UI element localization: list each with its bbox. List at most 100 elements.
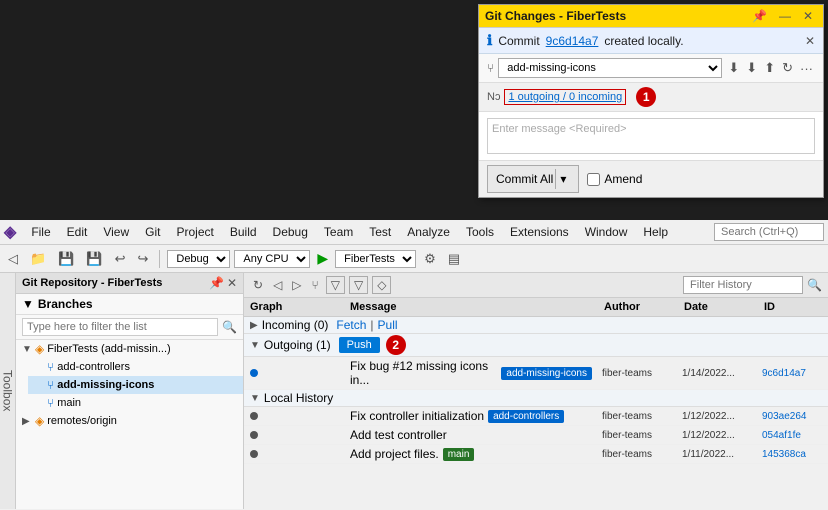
filter-history-input[interactable] [683,276,803,294]
menu-help[interactable]: Help [636,222,675,242]
label-add-missing-icons: add-missing-icons [57,379,154,391]
repo-panel-controls: 📌 ✕ [209,276,237,290]
message-input[interactable]: Enter message <Required> [487,118,815,154]
tree-item-main[interactable]: ⑂ main [28,394,243,412]
tree-root[interactable]: ▼ ◈ FiberTests (add-missin...) [16,340,243,358]
toolbar-separator-1 [159,250,160,268]
more-button[interactable]: ··· [798,59,815,78]
menu-build[interactable]: Build [223,222,264,242]
local-commit-3[interactable]: Add project files. main fiber-teams 1/11… [244,445,828,464]
toolbar-extra2[interactable]: ▤ [444,249,464,269]
id-cell-2[interactable]: 054af1fe [758,429,828,442]
ide-area: ◈ File Edit View Git Project Build Debug… [0,220,828,510]
run-button[interactable]: ▶ [317,250,328,267]
tag-button[interactable]: ◇ [372,276,391,294]
toolbar-save-all[interactable]: 💾 [82,249,106,269]
amend-row: Amend [587,172,642,186]
menu-edit[interactable]: Edit [60,222,95,242]
commit-all-group: Commit All ▾ [487,165,579,193]
commit-dropdown-arrow[interactable]: ▾ [555,169,570,189]
project-select[interactable]: FiberTests [335,250,416,268]
outgoing-link[interactable]: 1 outgoing / 0 incoming [504,89,626,105]
author-cell-outgoing: fiber-teams [598,367,678,380]
pin-button[interactable]: 📌 [748,8,771,24]
menu-debug[interactable]: Debug [266,222,315,242]
outgoing-commit-row[interactable]: Fix bug #12 missing icons in... add-miss… [244,357,828,390]
refresh-button[interactable]: ↻ [250,277,266,293]
tree-item-add-missing-icons[interactable]: ⑂ add-missing-icons [28,376,243,394]
info-suffix: created locally. [604,34,683,48]
menu-git[interactable]: Git [138,222,167,242]
branch-filter-input[interactable] [22,318,218,336]
black-background [0,0,480,220]
menu-project[interactable]: Project [169,222,220,242]
date-cell-2: 1/12/2022... [678,429,758,442]
commit-toolbar: ↻ ◁ ▷ ⑂ ▽ ▽ ◇ 🔍 [244,273,828,298]
toolbox-label: Toolbox [1,370,15,411]
commit-all-button[interactable]: Commit All ▾ [487,165,579,193]
commit-nav-forward[interactable]: ▷ [289,277,304,293]
branch-select[interactable]: add-missing-icons [498,58,722,78]
toolbox-tab[interactable]: Toolbox [0,273,16,509]
commit-table-header: Graph Message Author Date ID [244,298,828,317]
id-cell-outgoing[interactable]: 9c6d14a7 [758,367,828,380]
sync-button[interactable]: ↻ [780,58,795,78]
tree-item-add-controllers[interactable]: ⑂ add-controllers [28,358,243,376]
push-button[interactable]: ⬆ [762,58,777,78]
repo-panel: Git Repository - FiberTests 📌 ✕ ▼ Branch… [16,273,244,509]
menu-test[interactable]: Test [362,222,398,242]
amend-checkbox[interactable] [587,173,600,186]
id-cell-1[interactable]: 903ae264 [758,410,828,423]
filter-button[interactable]: ▽ [326,276,345,294]
close-button[interactable]: ✕ [799,8,817,24]
graph-cell-outgoing [244,368,344,378]
menu-extensions[interactable]: Extensions [503,222,576,242]
incoming-section[interactable]: ▶ Incoming (0) Fetch | Pull [244,317,828,334]
toolbar-folder[interactable]: 📁 [26,249,50,269]
fetch-button[interactable]: ⬇ [726,58,741,78]
outgoing-section[interactable]: ▼ Outgoing (1) Push 2 [244,334,828,357]
tag-1: add-controllers [488,410,564,423]
menu-file[interactable]: File [24,222,57,242]
menu-view[interactable]: View [96,222,136,242]
commit-nav-back[interactable]: ◁ [270,277,285,293]
branch-filter-search-icon[interactable]: 🔍 [222,320,237,334]
commit-hash-link[interactable]: 9c6d14a7 [546,34,599,48]
id-cell-3[interactable]: 145368ca [758,448,828,461]
vs-logo: ◈ [4,222,16,242]
push-action-button[interactable]: Push [339,337,380,353]
toolbar-undo[interactable]: ↩ [111,249,130,269]
toolbar-back[interactable]: ◁ [4,249,22,269]
toolbar-save[interactable]: 💾 [54,249,78,269]
local-commit-2[interactable]: Add test controller fiber-teams 1/12/202… [244,426,828,445]
local-history-section[interactable]: ▼ Local History [244,390,828,407]
menu-window[interactable]: Window [578,222,635,242]
fetch-link[interactable]: Fetch [336,318,366,332]
graph-dot-1 [250,412,258,420]
push-btn-wrapper: Push [339,337,380,353]
branch-row: ⑂ add-missing-icons ⬇ ⬇ ⬆ ↻ ··· [479,54,823,83]
repo-panel-pin[interactable]: 📌 [209,276,224,290]
filter-history-search-icon[interactable]: 🔍 [807,278,822,292]
branch-switch-button[interactable]: ⑂ [309,277,322,293]
info-close-button[interactable]: ✕ [805,34,815,48]
tree-item-remotes[interactable]: ▶ ◈ remotes/origin [16,412,243,430]
search-input[interactable] [714,223,824,241]
toolbar-extra1[interactable]: ⚙ [420,249,440,269]
filter-button2[interactable]: ▽ [349,276,368,294]
config-select[interactable]: Debug [167,250,230,268]
pull-link[interactable]: Pull [378,318,398,332]
author-cell-3: fiber-teams [598,448,678,461]
commit-msg-3: Add project files. [350,447,439,461]
menu-tools[interactable]: Tools [459,222,501,242]
toolbar-redo[interactable]: ↪ [133,249,152,269]
repo-panel-close[interactable]: ✕ [227,276,237,290]
minimize-button[interactable]: — [775,8,795,24]
menu-analyze[interactable]: Analyze [400,222,457,242]
col-header-id: ID [758,300,828,314]
platform-select[interactable]: Any CPU [234,250,310,268]
pull-button[interactable]: ⬇ [744,58,759,78]
local-commit-1[interactable]: Fix controller initialization add-contro… [244,407,828,426]
menu-team[interactable]: Team [317,222,360,242]
local-history-label: Local History [264,391,333,405]
